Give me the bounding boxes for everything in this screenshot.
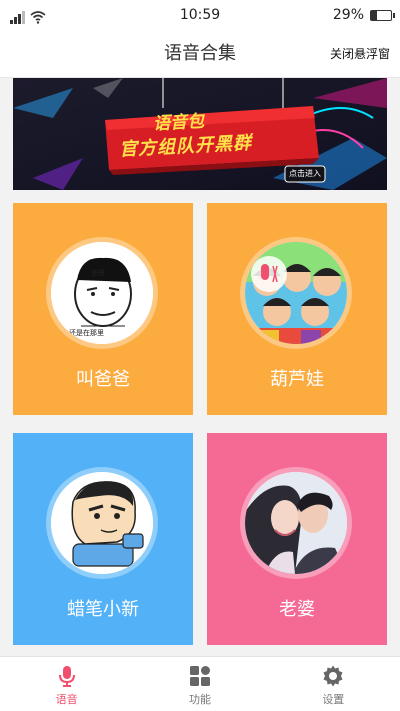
status-time: 10:59 xyxy=(179,7,221,23)
signal-icon xyxy=(10,10,25,24)
avatar-ring: 爸爸 还是在那里 xyxy=(46,237,158,349)
category-card-huluwa[interactable]: 葫芦娃 xyxy=(207,203,387,415)
couple-photo-icon xyxy=(245,472,347,574)
avatar-ring xyxy=(46,467,158,579)
battery-percent: 29% xyxy=(332,7,364,23)
microphone-icon xyxy=(58,666,75,687)
status-left xyxy=(10,6,46,24)
grid-icon xyxy=(189,666,210,686)
gear-icon xyxy=(323,665,343,687)
avatar-ring xyxy=(240,467,352,579)
promo-banner[interactable]: 语音包 官方组队开黑群 点击进入 xyxy=(13,78,387,190)
avatar-ring xyxy=(240,237,352,349)
battery-icon xyxy=(370,9,395,21)
wifi-icon xyxy=(30,11,46,24)
banner-title-line1: 语音包 xyxy=(152,111,205,135)
category-card-shinchan[interactable]: 蜡笔小新 xyxy=(13,433,193,645)
battery-level xyxy=(371,10,377,20)
nav-item-functions[interactable]: 功能 xyxy=(133,657,266,711)
nav-item-settings[interactable]: 设置 xyxy=(267,657,400,711)
banner-cta[interactable]: 点击进入 xyxy=(287,168,323,179)
category-card-jiaobaba[interactable]: 爸爸 还是在那里 叫爸爸 xyxy=(13,203,193,415)
nav-item-voice[interactable]: 语音 xyxy=(0,657,133,711)
crayon-shinchan-icon xyxy=(51,472,153,574)
category-card-laopo[interactable]: 老婆 xyxy=(207,433,387,645)
nav-label-settings: 设置 xyxy=(322,693,345,706)
calabash-brothers-icon xyxy=(245,242,347,344)
status-bar: 10:59 29% xyxy=(0,0,400,30)
category-label: 叫爸爸 xyxy=(76,369,130,390)
nav-label-functions: 功能 xyxy=(188,693,211,706)
meme-caption-top: 爸爸 xyxy=(91,269,105,277)
category-label: 蜡笔小新 xyxy=(67,599,139,620)
category-label: 葫芦娃 xyxy=(270,369,324,390)
nav-label-voice: 语音 xyxy=(55,693,78,706)
category-label: 老婆 xyxy=(279,599,315,620)
status-right: 29% xyxy=(332,6,395,24)
bottom-nav: 语音 功能 设置 xyxy=(0,656,400,711)
close-float-window-button[interactable]: 关闭悬浮窗 xyxy=(330,30,390,78)
meme-caption-bottom: 还是在那里 xyxy=(69,329,104,337)
meme-face-icon: 爸爸 还是在那里 xyxy=(51,242,153,344)
header: 语音合集 关闭悬浮窗 xyxy=(0,30,400,78)
